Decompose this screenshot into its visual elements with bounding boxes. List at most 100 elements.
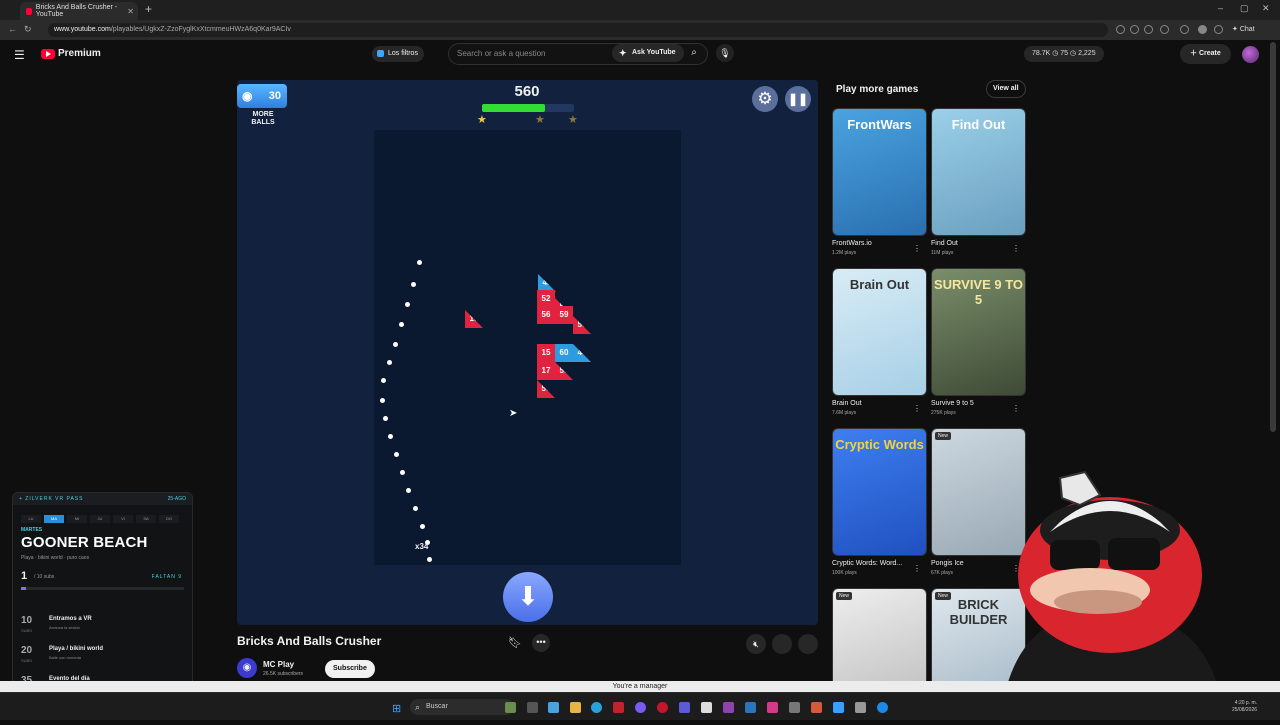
settings-gear-icon[interactable]: ⚙	[752, 86, 778, 112]
game-thumbnail[interactable]: FrontWars	[832, 108, 927, 236]
fullscreen-button[interactable]	[772, 634, 792, 654]
drop-balls-arrow-button[interactable]: ⬇	[503, 572, 553, 622]
stats-pill[interactable]: 78.7K ◷ 75 ◷ 2,225	[1024, 46, 1104, 62]
new-badge: New	[935, 592, 952, 600]
microphone-icon[interactable]: 🎙	[716, 44, 734, 62]
goal-subs-label: SUBS	[21, 628, 32, 633]
extensions-icon[interactable]	[1160, 25, 1169, 34]
ball	[413, 506, 418, 511]
star-icon: ★	[535, 114, 545, 126]
create-button[interactable]: ＋ Create	[1180, 44, 1231, 64]
mute-icon[interactable]: 🔇︎	[746, 634, 766, 654]
app-icon[interactable]	[789, 702, 800, 713]
ball	[380, 398, 385, 403]
more-icon[interactable]	[1214, 25, 1223, 34]
hamburger-menu-icon[interactable]: ☰	[14, 48, 25, 62]
file-explorer-icon[interactable]	[570, 702, 581, 713]
page-scrollbar[interactable]	[1270, 42, 1276, 432]
game-thumbnail[interactable]: SURVIVE 9 TO 5	[931, 268, 1026, 396]
brick: 17	[537, 362, 555, 380]
game-thumbnail[interactable]: Find Out	[931, 108, 1026, 236]
account-avatar[interactable]	[1242, 46, 1259, 63]
youtube-premium-logo[interactable]: Premium	[38, 48, 101, 59]
browser-tab[interactable]: Bricks And Balls Crusher - YouTube ✕	[20, 2, 138, 20]
ball	[427, 557, 432, 562]
app-icon[interactable]	[635, 702, 646, 713]
game-card[interactable]: Find Out Find Out 11M plays ⋮	[931, 108, 1026, 256]
taskbar-clock[interactable]: 4:20 p. m. 25/08/2026	[1232, 700, 1257, 714]
vr-pass-overlay: + ZILVERK VR PASS 25-AGO LU MA MI JU VI SA DO …	[12, 492, 193, 700]
task-view-icon[interactable]	[527, 702, 538, 713]
game-card[interactable]: Brain Out Brain Out 7.6M plays ⋮	[832, 268, 927, 416]
app-icon[interactable]	[855, 702, 866, 713]
favorites-bar-icon[interactable]	[1180, 25, 1189, 34]
brick: 60	[555, 344, 573, 362]
app-icon[interactable]	[679, 702, 690, 713]
close-window-icon[interactable]: ✕	[1262, 3, 1270, 14]
edge-icon[interactable]	[591, 702, 602, 713]
favorite-icon[interactable]	[1144, 25, 1153, 34]
card-menu-icon[interactable]: ⋮	[913, 404, 921, 413]
ask-youtube-button[interactable]: Ask YouTube	[612, 44, 684, 62]
game-card[interactable]: SURVIVE 9 TO 5 Survive 9 to 5 275K plays ⋮	[931, 268, 1026, 416]
channel-avatar[interactable]: ◉	[237, 658, 257, 678]
game-title: Bricks And Balls Crusher	[237, 634, 382, 648]
taskbar-search-input[interactable]: Buscar	[410, 699, 514, 715]
app-icon[interactable]	[877, 702, 888, 713]
brick: 15	[537, 344, 555, 362]
opera-icon[interactable]	[657, 702, 668, 713]
game-thumbnail[interactable]: Cryptic Words	[832, 428, 927, 556]
overlay-weekday: MARTES	[21, 527, 43, 533]
card-menu-icon[interactable]: ⋮	[913, 564, 921, 573]
url-field[interactable]: www.youtube.com/playables/UgkxZ-ZzoFyglK…	[48, 23, 1108, 37]
subscribe-button[interactable]: Subscribe	[325, 660, 375, 678]
more-actions-icon[interactable]: •••	[532, 634, 550, 652]
extension-icon[interactable]	[1116, 25, 1125, 34]
ball	[394, 452, 399, 457]
minimize-icon[interactable]: –	[1218, 3, 1223, 13]
ball	[420, 524, 425, 529]
app-icon[interactable]	[613, 702, 624, 713]
more-balls-button[interactable]: ◉ 30 MORE BALLS	[237, 84, 289, 128]
filters-chip[interactable]: Los filtros	[372, 46, 424, 62]
app-icon[interactable]	[811, 702, 822, 713]
widgets-icon[interactable]	[505, 702, 516, 713]
new-tab-icon[interactable]: +	[145, 2, 152, 16]
game-board[interactable]	[374, 130, 681, 565]
game-thumbnail[interactable]: Brain Out	[832, 268, 927, 396]
theater-button[interactable]	[798, 634, 818, 654]
maximize-icon[interactable]: ▢	[1240, 3, 1249, 14]
card-menu-icon[interactable]: ⋮	[913, 244, 921, 253]
thumbnail-title: SURVIVE 9 TO 5	[933, 277, 1024, 307]
card-menu-icon[interactable]: ⋮	[1012, 404, 1020, 413]
channel-name[interactable]: MC Play	[263, 660, 294, 669]
game-card[interactable]: FrontWars FrontWars.io 1.2M plays ⋮	[832, 108, 927, 256]
bookmark-icon[interactable]: 🔖︎	[508, 636, 522, 649]
more-balls-badge: ◉ 30	[237, 84, 287, 108]
brick: 59	[555, 306, 573, 324]
search-icon[interactable]: ⌕	[684, 44, 704, 62]
copilot-chat-button[interactable]: ✦ Chat	[1232, 25, 1255, 33]
back-icon[interactable]: ←	[8, 24, 17, 34]
steam-icon[interactable]	[745, 702, 756, 713]
profile-icon[interactable]	[1198, 25, 1207, 34]
close-tab-icon[interactable]: ✕	[127, 7, 134, 16]
game-canvas[interactable]: ◉ 30 MOREBALLS 560 ★ ★ ★ ⚙ ❚❚ 4852505659…	[237, 80, 818, 625]
overlay-header: + ZILVERK VR PASS	[13, 493, 192, 505]
reload-icon[interactable]: ↻	[24, 24, 32, 35]
goal-desc: Baile con moneda	[49, 655, 82, 660]
new-badge: New	[836, 592, 853, 600]
app-icon[interactable]	[767, 702, 778, 713]
pause-icon[interactable]: ❚❚	[785, 86, 811, 112]
card-menu-icon[interactable]: ⋮	[1012, 244, 1020, 253]
app-icon[interactable]	[833, 702, 844, 713]
day-tab: MA	[44, 515, 64, 523]
windows-start-icon[interactable]: ⊞	[392, 702, 401, 715]
game-card[interactable]: Cryptic Words Cryptic Words: Word... 100K …	[832, 428, 927, 576]
app-icon[interactable]	[548, 702, 559, 713]
read-aloud-icon[interactable]	[1130, 25, 1139, 34]
view-all-button[interactable]: View all	[986, 80, 1026, 98]
app-icon[interactable]	[701, 702, 712, 713]
app-icon[interactable]	[723, 702, 734, 713]
goal-desc: Arranca la sesión	[49, 625, 80, 630]
